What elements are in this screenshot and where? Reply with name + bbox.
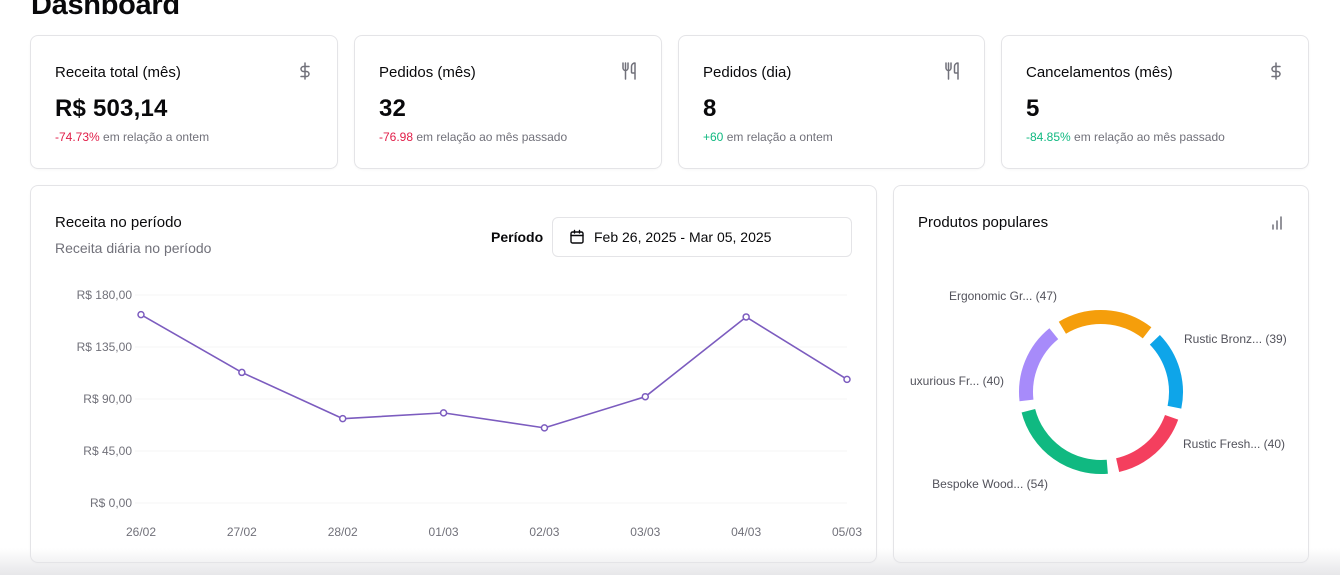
data-point[interactable] bbox=[843, 375, 851, 384]
kpi-title: Pedidos (dia) bbox=[703, 64, 792, 81]
y-tick-label: R$ 180,00 bbox=[77, 288, 133, 302]
popular-products-card: Produtos populares Ergonomic Gr... (47) R… bbox=[893, 185, 1309, 563]
utensils-icon bbox=[944, 62, 960, 80]
donut-slice[interactable] bbox=[1149, 334, 1183, 409]
data-point[interactable] bbox=[137, 310, 145, 319]
x-tick-label: 27/02 bbox=[227, 525, 257, 539]
kpi-delta-text: em relação ao mês passado bbox=[1074, 130, 1225, 144]
kpi-card-cancellations: Cancelamentos (mês) 5 -84.85% em relação… bbox=[1001, 35, 1309, 169]
kpi-delta-text: em relação ao mês passado bbox=[416, 130, 568, 144]
donut-slice[interactable] bbox=[1058, 310, 1152, 339]
kpi-delta-value: -84.85% bbox=[1026, 130, 1071, 144]
donut-label: Bespoke Wood... (54) bbox=[932, 477, 1048, 491]
kpi-delta: -84.85% em relação ao mês passado bbox=[1026, 130, 1225, 144]
kpi-value: R$ 503,14 bbox=[55, 95, 168, 122]
kpi-delta-text: em relação a ontem bbox=[103, 130, 210, 144]
revenue-line-chart: R$ 0,00 R$ 45,00 R$ 90,00 R$ 135,00 R$ 180,0… bbox=[77, 288, 863, 539]
dollar-sign-icon bbox=[297, 62, 313, 80]
x-tick-label: 01/03 bbox=[429, 525, 459, 539]
revenue-series-line bbox=[140, 313, 848, 429]
y-tick-label: R$ 90,00 bbox=[83, 392, 132, 406]
popular-products-donut: Ergonomic Gr... (47) Rustic Bronz... (39)… bbox=[910, 289, 1287, 491]
kpi-delta: +60 em relação a ontem bbox=[703, 130, 833, 144]
x-tick-label: 03/03 bbox=[630, 525, 660, 539]
kpi-delta-value: -74.73% bbox=[55, 130, 100, 144]
donut-slice[interactable] bbox=[1115, 414, 1179, 472]
donut-slice[interactable] bbox=[1019, 328, 1059, 402]
kpi-title: Receita total (mês) bbox=[55, 64, 181, 81]
kpi-card-orders-day: Pedidos (dia) 8 +60 em relação a ontem bbox=[678, 35, 985, 169]
revenue-chart-card: Receita no período Receita diária no per… bbox=[30, 185, 877, 563]
kpi-value: 8 bbox=[703, 95, 717, 122]
x-tick-label: 04/03 bbox=[731, 525, 761, 539]
data-point[interactable] bbox=[238, 368, 246, 377]
y-tick-label: R$ 0,00 bbox=[90, 496, 132, 510]
x-tick-label: 02/03 bbox=[529, 525, 559, 539]
kpi-title: Pedidos (mês) bbox=[379, 64, 476, 81]
x-tick-label: 26/02 bbox=[126, 525, 156, 539]
y-tick-label: R$ 135,00 bbox=[77, 340, 133, 354]
kpi-delta-value: -76.98 bbox=[379, 130, 414, 144]
kpi-delta: -74.73% em relação a ontem bbox=[55, 130, 209, 144]
kpi-card-orders-month: Pedidos (mês) 32 -76.98 em relação ao mê… bbox=[354, 35, 662, 169]
dollar-sign-icon bbox=[1268, 62, 1284, 80]
donut-slice[interactable] bbox=[1021, 408, 1108, 474]
kpi-card-revenue: Receita total (mês) R$ 503,14 -74.73% em… bbox=[30, 35, 338, 169]
kpi-delta: -76.98 em relação ao mês passado bbox=[379, 130, 567, 144]
kpi-delta-value: +60 bbox=[703, 130, 724, 144]
data-point[interactable] bbox=[439, 409, 448, 417]
donut-label: uxurious Fr... (40) bbox=[910, 374, 1004, 388]
data-point[interactable] bbox=[540, 424, 549, 432]
donut-label: Ergonomic Gr... (47) bbox=[949, 289, 1057, 303]
donut-label: Rustic Bronz... (39) bbox=[1184, 332, 1287, 346]
data-point[interactable] bbox=[338, 414, 347, 423]
kpi-title: Cancelamentos (mês) bbox=[1026, 64, 1173, 81]
x-tick-label: 05/03 bbox=[832, 525, 862, 539]
x-tick-label: 28/02 bbox=[328, 525, 358, 539]
kpi-value: 5 bbox=[1026, 95, 1040, 122]
utensils-icon bbox=[621, 62, 637, 80]
donut-label: Rustic Fresh... (40) bbox=[1183, 437, 1285, 451]
data-point[interactable] bbox=[641, 392, 650, 401]
page-title: Dashboard bbox=[31, 0, 180, 21]
data-point[interactable] bbox=[742, 313, 750, 321]
kpi-delta-text: em relação a ontem bbox=[726, 130, 833, 144]
y-tick-label: R$ 45,00 bbox=[83, 444, 132, 458]
kpi-value: 32 bbox=[379, 95, 407, 122]
